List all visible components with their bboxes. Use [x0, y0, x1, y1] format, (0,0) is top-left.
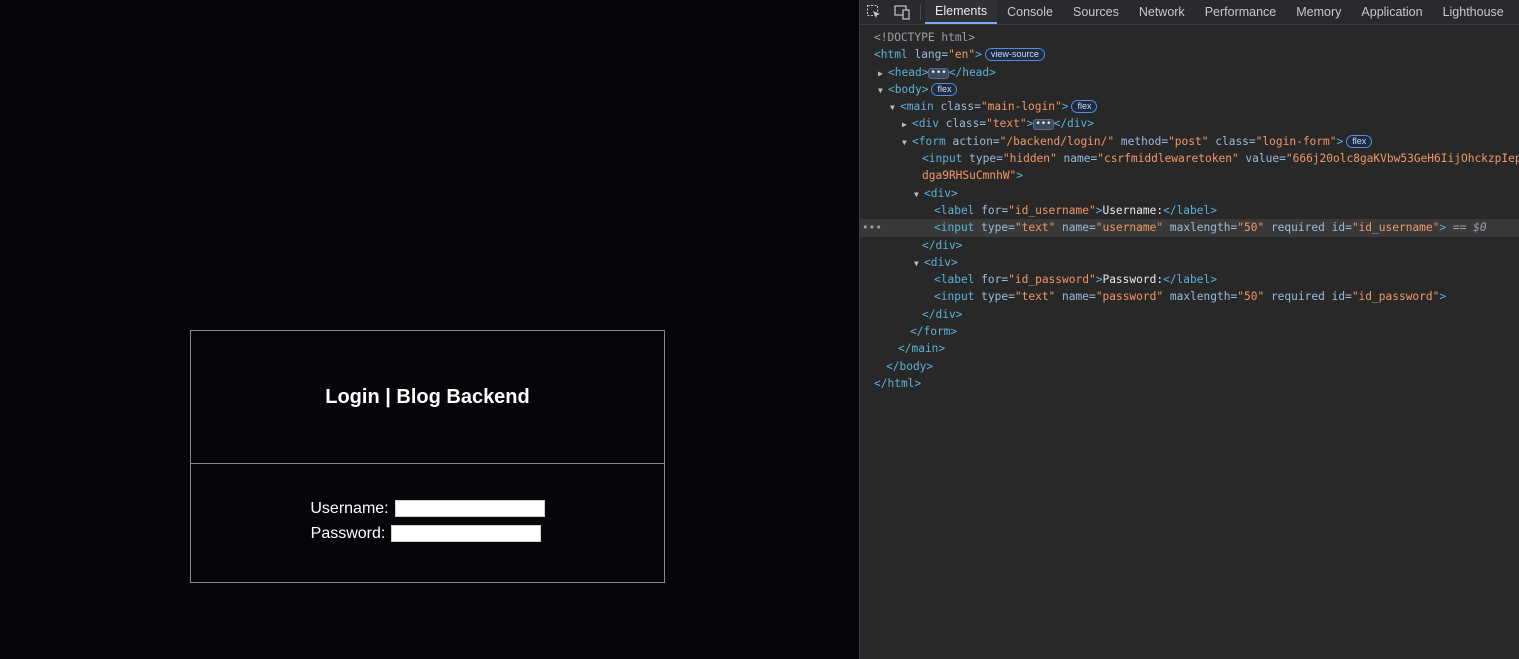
- tab-sources[interactable]: Sources: [1063, 0, 1129, 24]
- toolbar-divider: [920, 4, 921, 20]
- dom-node-label-password[interactable]: <label for="id_password">Password:</labe…: [860, 271, 1519, 288]
- password-input[interactable]: [391, 525, 542, 542]
- collapse-arrow-icon[interactable]: ▼: [914, 255, 924, 272]
- username-label: Username:: [310, 499, 389, 517]
- flex-badge[interactable]: flex: [1071, 100, 1098, 114]
- main-class-val: "main-login": [980, 100, 1062, 114]
- input-user-id-val: "id_username": [1351, 221, 1440, 235]
- devtools-panel: Elements Console Sources Network Perform…: [859, 0, 1519, 659]
- csrf-value-val-cont: dga9RHSuCmnhW": [922, 169, 1017, 183]
- head-tag: head: [894, 65, 922, 79]
- html-lang-val: "en": [948, 48, 976, 62]
- input-pass-type-val: "text": [1014, 290, 1056, 304]
- tab-performance[interactable]: Performance: [1195, 0, 1287, 24]
- tab-memory[interactable]: Memory: [1286, 0, 1351, 24]
- page-title: Login | Blog Backend: [325, 385, 530, 408]
- dom-node-csrf-input-cont[interactable]: dga9RHSuCmnhW">: [860, 167, 1519, 184]
- more-options-icon[interactable]: •••: [862, 219, 882, 236]
- dom-node-html[interactable]: <html lang="en"> view-source: [860, 46, 1519, 63]
- dom-node-form-close[interactable]: </form>: [860, 323, 1519, 340]
- dom-node-html-close[interactable]: </html>: [860, 375, 1519, 392]
- expand-arrow-icon[interactable]: ▶: [902, 116, 912, 133]
- input-user-maxlength-val: "50": [1237, 221, 1265, 235]
- expand-arrow-icon[interactable]: ▶: [878, 65, 888, 82]
- collapse-arrow-icon[interactable]: ▼: [890, 99, 900, 116]
- dom-node-body[interactable]: ▼ <body> flex: [860, 81, 1519, 98]
- dom-node-main-close[interactable]: </main>: [860, 340, 1519, 357]
- tab-console[interactable]: Console: [997, 0, 1063, 24]
- selected-marker: == $0: [1452, 221, 1487, 235]
- dom-node-csrf-input[interactable]: <input type="hidden" name="csrfmiddlewar…: [860, 150, 1519, 167]
- flex-badge[interactable]: flex: [931, 82, 958, 96]
- csrf-value-val: "666j20olc8gaKVbw53GeH6IijOhckzpIepNN: [1285, 152, 1519, 166]
- collapse-arrow-icon[interactable]: ▼: [878, 82, 888, 99]
- label-pass-for-val: "id_password": [1008, 273, 1096, 287]
- dom-node-div-username[interactable]: ▼ <div>: [860, 185, 1519, 202]
- tab-network[interactable]: Network: [1129, 0, 1195, 24]
- html-tag: html: [880, 48, 908, 62]
- dom-node-label-username[interactable]: <label for="id_username">Username:</labe…: [860, 202, 1519, 219]
- dom-tree: <!DOCTYPE html> <html lang="en"> view-sou…: [860, 25, 1519, 392]
- form-action-val: "/backend/login/": [999, 134, 1115, 148]
- dom-node-div-password[interactable]: ▼ <div>: [860, 254, 1519, 271]
- password-row: Password:: [311, 525, 542, 543]
- dom-node-body-close[interactable]: </body>: [860, 358, 1519, 375]
- input-user-type-val: "text": [1014, 221, 1056, 235]
- username-row: Username:: [310, 499, 545, 518]
- main-tag: main: [906, 100, 934, 114]
- username-input[interactable]: [394, 500, 545, 517]
- dom-node-input-username[interactable]: ••• <input type="text" name="username" ma…: [860, 219, 1519, 237]
- body-tag: body: [894, 82, 922, 96]
- form-tag: form: [918, 134, 946, 148]
- inspect-element-icon[interactable]: [860, 0, 888, 24]
- devtools-toolbar: Elements Console Sources Network Perform…: [860, 0, 1519, 25]
- dom-node-input-password[interactable]: <input type="text" name="password" maxle…: [860, 288, 1519, 305]
- label-user-text: Username:: [1102, 203, 1164, 217]
- dom-node-main[interactable]: ▼ <main class="main-login"> flex: [860, 98, 1519, 115]
- csrf-name-val: "csrfmiddlewaretoken": [1097, 152, 1239, 166]
- dom-node-head[interactable]: ▶ <head> ••• </head>: [860, 64, 1519, 81]
- dom-node-div-close[interactable]: </div>: [860, 237, 1519, 254]
- collapse-arrow-icon[interactable]: ▼: [914, 186, 924, 203]
- html-lang-attr: lang: [914, 48, 942, 62]
- dom-node-div-text[interactable]: ▶ <div class="text"> ••• </div>: [860, 115, 1519, 132]
- form-class-val: "login-form": [1255, 134, 1337, 148]
- input-user-name-val: "username": [1095, 221, 1164, 235]
- div-text-class-val: "text": [986, 117, 1027, 131]
- tab-lighthouse[interactable]: Lighthouse: [1433, 0, 1514, 24]
- head-close-tag: head: [962, 65, 990, 79]
- input-pass-maxlength-val: "50": [1237, 290, 1265, 304]
- dom-node-div-close[interactable]: </div>: [860, 306, 1519, 323]
- tab-application[interactable]: Application: [1351, 0, 1432, 24]
- view-source-badge[interactable]: view-source: [984, 48, 1045, 62]
- csrf-type-val: "hidden": [1002, 152, 1057, 166]
- dom-node-form[interactable]: ▼ <form action="/backend/login/" method="…: [860, 133, 1519, 150]
- page-viewport: Login | Blog Backend Username: Password:: [0, 0, 859, 659]
- input-pass-name-val: "password": [1095, 290, 1164, 304]
- input-pass-id-val: "id_password": [1351, 290, 1440, 304]
- login-form: Username: Password:: [191, 464, 664, 582]
- dom-node-doctype[interactable]: <!DOCTYPE html>: [860, 29, 1519, 46]
- form-method-val: "post": [1168, 134, 1209, 148]
- main-login: Login | Blog Backend Username: Password:: [190, 330, 665, 583]
- collapse-arrow-icon[interactable]: ▼: [902, 134, 912, 151]
- collapsed-ellipsis-icon[interactable]: •••: [928, 67, 949, 79]
- password-label: Password:: [310, 524, 386, 542]
- device-toolbar-icon[interactable]: [888, 0, 916, 24]
- login-header: Login | Blog Backend: [191, 331, 664, 464]
- label-pass-text: Password:: [1102, 273, 1164, 287]
- flex-badge[interactable]: flex: [1346, 134, 1373, 148]
- collapsed-ellipsis-icon[interactable]: •••: [1033, 119, 1054, 131]
- label-user-for-val: "id_username": [1008, 203, 1096, 217]
- tab-elements[interactable]: Elements: [925, 0, 998, 24]
- doctype-text: <!DOCTYPE html>: [874, 31, 976, 44]
